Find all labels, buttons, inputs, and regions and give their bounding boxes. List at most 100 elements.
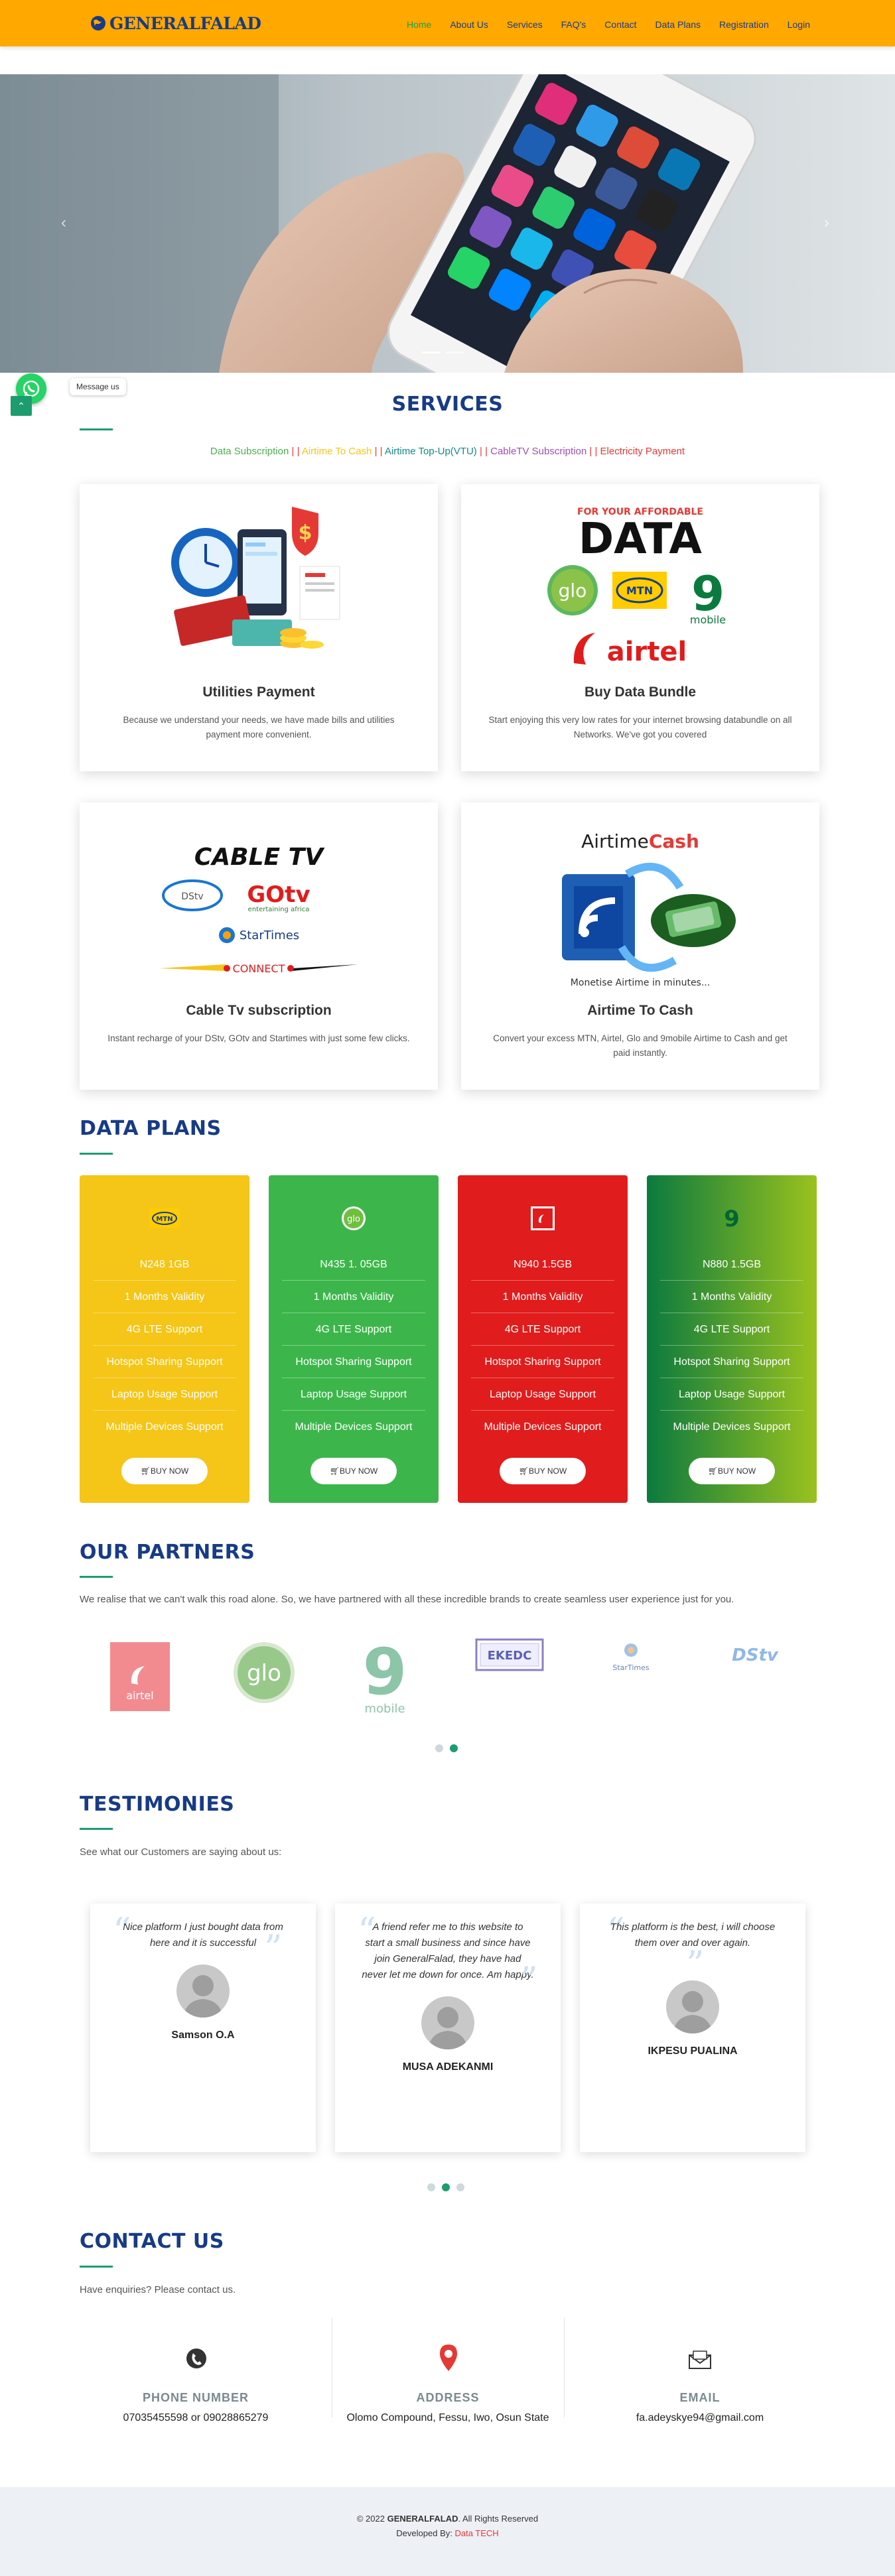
link-electricity-payment[interactable]: Electricity Payment	[600, 446, 685, 457]
contact-title: CONTACT US	[80, 2230, 224, 2253]
art-cash: Cash	[649, 830, 699, 852]
carousel-dot[interactable]	[427, 2183, 435, 2191]
buy-now-button[interactable]: 🛒︎ BUY NOW	[689, 1458, 775, 1484]
partner-startimes-label: StarTimes	[612, 1663, 649, 1672]
buy-now-label: BUY NOW	[151, 1466, 189, 1476]
partners-carousel-dots	[435, 1744, 458, 1752]
brand-logo[interactable]: GENERALFALAD	[90, 13, 261, 33]
partner-logo-ekedc[interactable]: EKEDC	[475, 1638, 544, 1671]
buy-now-button[interactable]: 🛒︎ BUY NOW	[500, 1458, 586, 1484]
service-card-utilities[interactable]: $ Utilities Payment Because we understan…	[80, 484, 438, 771]
card-desc: Start enjoying this very low rates for y…	[488, 715, 792, 740]
testimony-card: “ Nice platform I just bought data from …	[90, 1903, 316, 2152]
testimony-name: Samson O.A	[171, 2029, 235, 2041]
footer-copyright: © 2022 GENERALFALAD. All Rights Reserved	[0, 2514, 895, 2524]
nav-home[interactable]: Home	[407, 19, 431, 30]
contact-intro: Have enquiries? Please contact us.	[80, 2284, 236, 2295]
testimony-card: “ A friend refer me to this website to s…	[335, 1903, 561, 2152]
card-title: Buy Data Bundle	[584, 684, 697, 700]
avatar	[666, 1980, 719, 2033]
hero-image	[0, 74, 895, 373]
airtel-icon	[526, 1202, 559, 1235]
plan-price: N435 1. 05GB	[282, 1248, 425, 1281]
data-art-glo: glo	[559, 580, 587, 602]
link-airtime-to-cash[interactable]: Airtime To Cash	[302, 446, 372, 457]
data-art-main: DATA	[579, 515, 702, 564]
airtime-cash-illustration: AirtimeCash Monetise Airtime in minutes.…	[562, 830, 736, 988]
testimonies-intro: See what our Customers are saying about …	[80, 1846, 282, 1858]
buy-now-label: BUY NOW	[340, 1466, 378, 1476]
contact-email: EMAIL fa.adeyskye94@gmail.com	[584, 2318, 816, 2431]
email-value[interactable]: fa.adeyskye94@gmail.com	[584, 2412, 816, 2424]
hero-indicator[interactable]	[446, 352, 464, 354]
partner-logo-airtel[interactable]: airtel	[110, 1642, 170, 1711]
nav-data-plans[interactable]: Data Plans	[655, 19, 701, 30]
nav-contact[interactable]: Contact	[604, 19, 636, 30]
buy-now-button[interactable]: 🛒︎ BUY NOW	[121, 1458, 208, 1484]
map-pin-icon	[440, 2345, 457, 2371]
plan-feature: 1 Months Validity	[282, 1281, 425, 1313]
services-links: Data Subscription | | Airtime To Cash | …	[0, 446, 895, 457]
hero-indicator[interactable]	[422, 352, 441, 354]
link-separator: | |	[589, 446, 598, 457]
plan-feature: Laptop Usage Support	[93, 1378, 236, 1411]
service-card-airtime-cash[interactable]: AirtimeCash Monetise Airtime in minutes.…	[461, 803, 819, 1090]
data-bundle-illustration: FOR YOUR AFFORDABLE DATA glo MTN 9 mobil…	[547, 507, 726, 667]
partner-logo-dstv[interactable]: DStv	[723, 1641, 787, 1670]
buy-now-button[interactable]: 🛒︎ BUY NOW	[310, 1458, 397, 1484]
cable-art-main: CABLE TV	[194, 844, 325, 871]
glo-icon: glo	[337, 1202, 370, 1235]
art-caption: Monetise Airtime in minutes...	[571, 978, 710, 988]
phone-value[interactable]: 07035455598 or 09028865279	[80, 2412, 312, 2424]
card-title: Utilities Payment	[202, 684, 315, 700]
partner-airtel-label: airtel	[126, 1689, 153, 1702]
testimony-name: MUSA ADEKANMI	[402, 2061, 494, 2073]
nav-faqs[interactable]: FAQ's	[561, 19, 586, 30]
plan-feature: Multiple Devices Support	[105, 1421, 224, 1433]
hero-next-arrow[interactable]: ›	[824, 214, 829, 232]
copyright-suffix: . All Rights Reserved	[458, 2514, 539, 2524]
carousel-dot[interactable]	[456, 2183, 464, 2191]
nav-about-us[interactable]: About Us	[450, 19, 488, 30]
link-separator: | |	[291, 446, 300, 457]
partner-logo-glo[interactable]: glo	[232, 1641, 296, 1705]
address-label: ADDRESS	[416, 2391, 480, 2404]
plan-feature: Laptop Usage Support	[660, 1378, 803, 1411]
link-cabletv-subscription[interactable]: CableTV Subscription	[490, 446, 586, 457]
partners-underline	[80, 1576, 113, 1578]
nav-login[interactable]: Login	[788, 19, 810, 30]
developer-link[interactable]: Data TECH	[454, 2528, 498, 2538]
copyright-brand: GENERALFALAD	[387, 2514, 458, 2524]
envelope-icon	[689, 2351, 711, 2369]
partner-logo-startimes[interactable]: StarTimes	[601, 1640, 661, 1677]
partner-logo-9mobile[interactable]: 9 mobile	[358, 1638, 411, 1718]
testimony-card: “ This platform is the best, i will choo…	[580, 1903, 805, 2152]
quote-close-icon: ”	[519, 1959, 538, 2001]
link-data-subscription[interactable]: Data Subscription	[210, 446, 289, 457]
nav-registration[interactable]: Registration	[719, 19, 769, 30]
carousel-dot[interactable]	[435, 1744, 443, 1752]
plan-feature: 1 Months Validity	[660, 1281, 803, 1313]
svg-text:9: 9	[724, 1206, 740, 1232]
plan-card-glo: glo N435 1. 05GB 1 Months Validity 4G LT…	[269, 1175, 439, 1503]
email-label: EMAIL	[679, 2391, 721, 2404]
link-airtime-topup[interactable]: Airtime Top-Up(VTU)	[385, 446, 477, 457]
testimonies-carousel-dots	[427, 2183, 464, 2191]
service-card-data[interactable]: FOR YOUR AFFORDABLE DATA glo MTN 9 mobil…	[461, 484, 819, 771]
carousel-dot[interactable]	[450, 1744, 458, 1752]
nav-services[interactable]: Services	[507, 19, 543, 30]
hero-prev-arrow[interactable]: ‹	[61, 214, 66, 232]
phone-label: PHONE NUMBER	[142, 2391, 249, 2404]
navbar: GENERALFALAD Home About Us Services FAQ'…	[0, 0, 895, 46]
avatar	[176, 1964, 230, 2018]
svg-text:$: $	[299, 521, 312, 545]
cable-art-connect: CONNECT	[233, 962, 285, 975]
carousel-dot[interactable]	[442, 2183, 450, 2191]
cable-art-startimes: StarTimes	[240, 929, 299, 942]
art-airtime: Airtime	[581, 830, 649, 852]
svg-text:AirtimeCash: AirtimeCash	[581, 830, 699, 852]
address-value: Olomo Compound, Fessu, Iwo, Osun State	[346, 2412, 549, 2423]
service-card-cabletv[interactable]: CABLE TV DStv GOtv entertaining africa S…	[80, 803, 438, 1090]
plan-price: N940 1.5GB	[471, 1248, 614, 1281]
hero-slider[interactable]: ‹ ›	[0, 74, 895, 373]
